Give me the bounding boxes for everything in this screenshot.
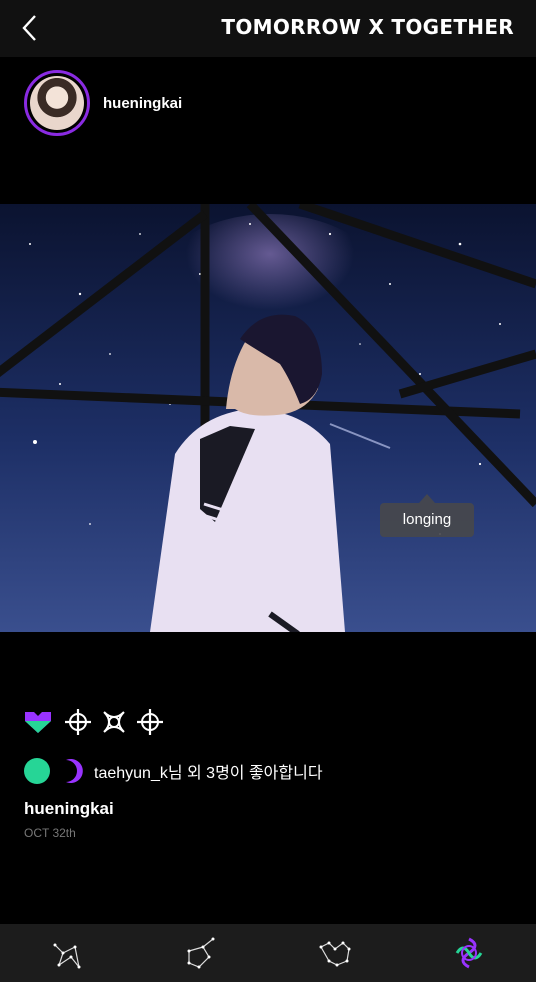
reaction-button-1[interactable] xyxy=(64,708,92,736)
nav-item-2[interactable] xyxy=(171,924,231,982)
liker-avatar[interactable] xyxy=(62,758,86,784)
post-photo[interactable] xyxy=(0,204,536,632)
top-bar: TOMORROW X TOGETHER xyxy=(0,0,536,57)
knot-icon xyxy=(103,711,125,733)
photo-image xyxy=(0,204,536,632)
photo-tag[interactable]: longing xyxy=(380,494,474,537)
likes-summary[interactable]: taehyun_k님 외 3명이 좋아합니다 xyxy=(24,757,323,785)
spark-star-icon xyxy=(65,709,91,735)
reaction-button-2[interactable] xyxy=(100,708,128,736)
constellation-2-icon xyxy=(187,937,215,969)
txt-logo-icon xyxy=(455,937,483,969)
caption-author[interactable]: hueningkai xyxy=(24,799,114,819)
liker-avatar[interactable] xyxy=(24,758,50,784)
post-header: hueningkai xyxy=(24,70,182,136)
nav-item-1[interactable] xyxy=(37,924,97,982)
like-button[interactable] xyxy=(24,708,52,736)
reaction-bar xyxy=(24,708,172,736)
chevron-left-icon xyxy=(22,15,36,41)
constellation-1-icon xyxy=(53,943,81,969)
reaction-button-3[interactable] xyxy=(136,708,164,736)
post-author-name[interactable]: hueningkai xyxy=(103,95,182,112)
spark-star-icon xyxy=(137,709,163,735)
avatar[interactable] xyxy=(24,70,90,136)
avatar-image xyxy=(30,76,84,130)
brand-logo: TOMORROW X TOGETHER xyxy=(221,15,514,39)
constellation-3-icon xyxy=(319,941,351,967)
back-button[interactable] xyxy=(18,12,46,44)
nav-item-4-active[interactable] xyxy=(439,924,499,982)
nav-item-3[interactable] xyxy=(305,924,365,982)
likes-text[interactable]: taehyun_k님 외 3명이 좋아합니다 xyxy=(94,759,323,783)
heart-icon xyxy=(25,712,51,733)
bottom-nav xyxy=(0,924,536,982)
post-date: OCT 32th xyxy=(24,826,76,840)
